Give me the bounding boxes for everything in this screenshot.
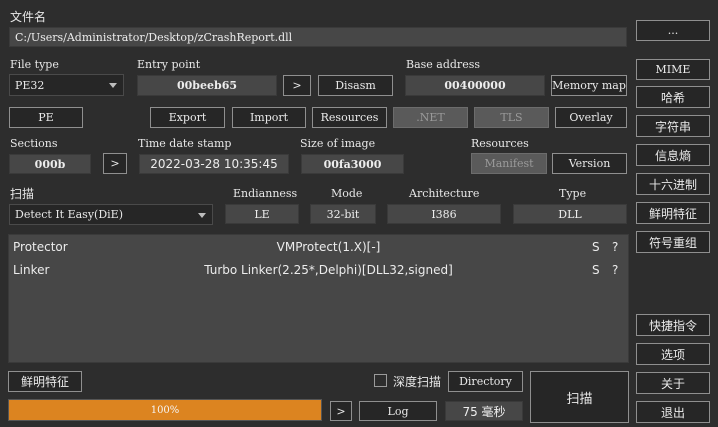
strings-button[interactable]: 字符串 <box>636 115 710 137</box>
time-date-stamp-field[interactable]: 2022-03-28 10:35:45 <box>139 154 289 174</box>
result-row[interactable]: Linker Turbo Linker(2.25*,Delphi)[DLL32,… <box>9 260 628 280</box>
time-date-stamp-label: Time date stamp <box>138 137 232 150</box>
mime-button[interactable]: MIME <box>636 59 710 80</box>
file-type-value: PE32 <box>15 78 45 92</box>
shortcuts-button[interactable]: 快捷指令 <box>636 314 710 336</box>
scan-button[interactable]: 扫描 <box>530 371 629 423</box>
disasm-button[interactable]: Disasm <box>318 75 393 96</box>
hash-button[interactable]: 哈希 <box>636 86 710 108</box>
options-button[interactable]: 选项 <box>636 343 710 365</box>
file-path-field[interactable]: C:/Users/Administrator/Desktop/zCrashRep… <box>9 27 627 47</box>
resources-group-label: Resources <box>471 137 529 150</box>
architecture-field[interactable]: I386 <box>387 204 501 224</box>
mode-label: Mode <box>331 187 363 200</box>
mode-field[interactable]: 32-bit <box>310 204 376 224</box>
log-button[interactable]: Log <box>359 401 437 421</box>
file-name-label: 文件名 <box>10 10 47 24</box>
deep-scan-checkbox[interactable] <box>374 374 387 387</box>
import-button[interactable]: Import <box>232 107 306 128</box>
chevron-down-icon <box>109 83 117 88</box>
about-button[interactable]: 关于 <box>636 372 710 394</box>
type-label: Type <box>559 187 587 200</box>
elapsed-time-field: 75 毫秒 <box>445 401 523 421</box>
sections-go-button[interactable]: > <box>103 153 127 174</box>
sections-field[interactable]: 000b <box>9 154 91 174</box>
signatures-side-button[interactable]: 鲜明特征 <box>636 202 710 224</box>
result-row[interactable]: Protector VMProtect(1.X)[-] S ? <box>9 237 628 257</box>
result-info-button[interactable]: ? <box>612 263 618 277</box>
architecture-label: Architecture <box>409 187 480 200</box>
size-of-image-field[interactable]: 00fa3000 <box>301 154 404 174</box>
overlay-button[interactable]: Overlay <box>555 107 627 128</box>
deep-scan-label: 深度扫描 <box>393 375 442 389</box>
endianness-label: Endianness <box>233 187 298 200</box>
progress-go-button[interactable]: > <box>330 401 352 421</box>
progress-text: 100% <box>150 404 180 416</box>
scan-results-panel[interactable]: Protector VMProtect(1.X)[-] S ? Linker T… <box>8 234 629 363</box>
export-button[interactable]: Export <box>150 107 225 128</box>
scan-progress-bar: 100% <box>8 399 322 421</box>
tls-button[interactable]: TLS <box>474 107 549 128</box>
entropy-button[interactable]: 信息熵 <box>636 144 710 166</box>
result-name: Turbo Linker(2.25*,Delphi)[DLL32,signed] <box>204 263 453 277</box>
chevron-down-icon <box>198 212 206 218</box>
directory-button[interactable]: Directory <box>448 371 523 392</box>
sections-label: Sections <box>10 137 58 150</box>
signatures-button[interactable]: 鲜明特征 <box>8 371 82 392</box>
entry-point-go-button[interactable]: > <box>283 75 311 96</box>
browse-button[interactable]: ... <box>636 20 710 41</box>
exit-button[interactable]: 退出 <box>636 401 710 423</box>
size-of-image-label: Size of image <box>300 137 376 150</box>
file-type-label: File type <box>10 58 59 71</box>
manifest-button[interactable]: Manifest <box>471 153 547 174</box>
type-field[interactable]: DLL <box>513 204 627 224</box>
symbols-button[interactable]: 符号重组 <box>636 231 710 253</box>
endianness-field[interactable]: LE <box>225 204 299 224</box>
result-signature-button[interactable]: S <box>592 240 600 254</box>
scan-label: 扫描 <box>10 187 35 201</box>
result-info-button[interactable]: ? <box>612 240 618 254</box>
net-button[interactable]: .NET <box>393 107 468 128</box>
resources-button[interactable]: Resources <box>312 107 387 128</box>
pe-button[interactable]: PE <box>9 107 83 128</box>
base-address-label: Base address <box>406 58 480 71</box>
result-signature-button[interactable]: S <box>592 263 600 277</box>
entry-point-label: Entry point <box>137 58 201 71</box>
hex-button[interactable]: 十六进制 <box>636 173 710 195</box>
scan-engine-value: Detect It Easy(DiE) <box>15 208 123 221</box>
entry-point-field[interactable]: 00beeb65 <box>137 75 277 96</box>
result-name: VMProtect(1.X)[-] <box>276 240 381 254</box>
version-button[interactable]: Version <box>552 153 627 174</box>
file-type-select[interactable]: PE32 <box>9 74 124 96</box>
scan-engine-select[interactable]: Detect It Easy(DiE) <box>9 204 213 225</box>
memory-map-button[interactable]: Memory map <box>551 75 627 96</box>
base-address-field[interactable]: 00400000 <box>405 75 545 96</box>
